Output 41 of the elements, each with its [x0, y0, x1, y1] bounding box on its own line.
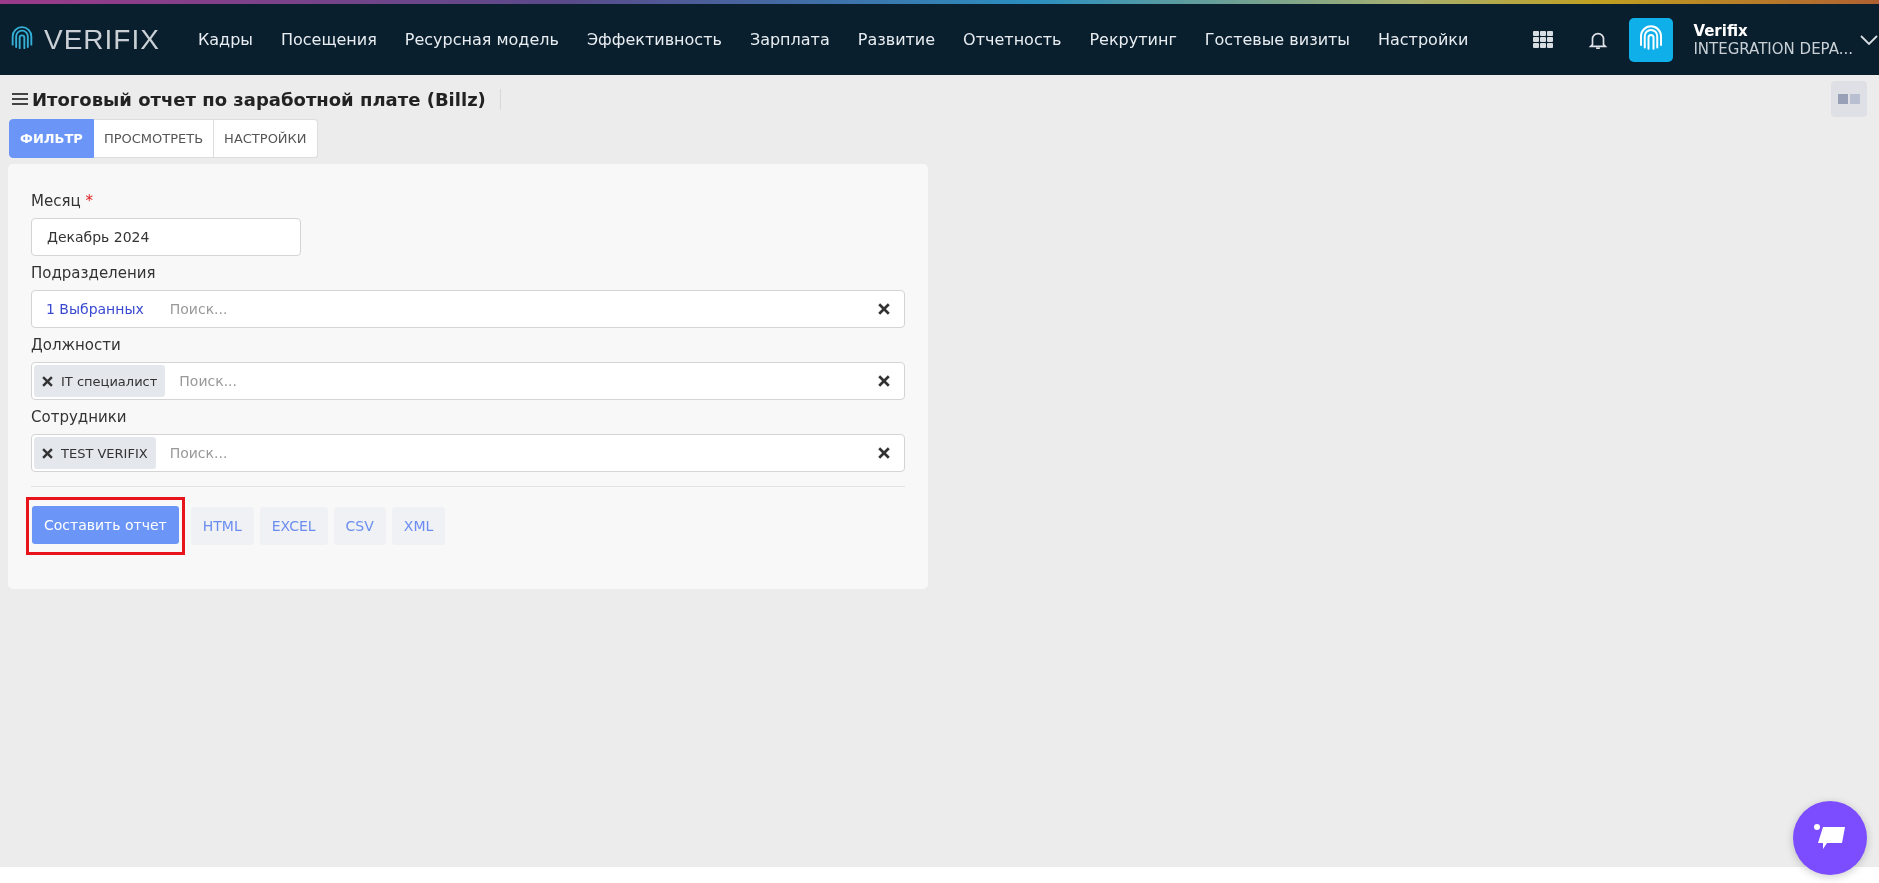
user-name: Verifix [1693, 21, 1749, 40]
search-input[interactable]: Поиск... [165, 373, 878, 389]
nav-item[interactable]: Развитие [843, 30, 950, 49]
nav-item[interactable]: Кадры [183, 30, 267, 49]
field-label: Подразделения [31, 264, 156, 282]
nav-item[interactable]: Гостевые визиты [1190, 30, 1364, 49]
menu-icon[interactable] [12, 92, 28, 106]
chat-button[interactable] [1793, 801, 1867, 875]
field-label: Должности [31, 336, 121, 354]
multiselect-field[interactable]: IT специалист Поиск... [31, 362, 905, 400]
search-input[interactable]: Поиск... [155, 445, 878, 461]
nav-item[interactable]: Настройки [1364, 30, 1483, 49]
clear-icon[interactable] [878, 375, 890, 387]
avatar-fingerprint-icon[interactable] [1629, 17, 1674, 62]
field-label: Месяц [31, 192, 81, 210]
search-input[interactable]: Поиск... [155, 301, 878, 317]
nav-item[interactable]: Рекрутинг [1075, 30, 1191, 49]
apps-grid-icon[interactable] [1533, 30, 1554, 49]
nav-item[interactable]: Ресурсная модель [390, 30, 573, 49]
field-label: Сотрудники [31, 408, 127, 426]
nav-item[interactable]: Эффективность [572, 30, 736, 49]
selected-count[interactable]: 1 Выбранных [34, 301, 156, 317]
nav-item[interactable]: Зарплата [735, 30, 844, 49]
nav-item[interactable]: Отчетность [949, 30, 1076, 49]
tag-label: TEST VERIFIX [61, 445, 148, 461]
clear-icon[interactable] [878, 303, 890, 315]
clear-icon[interactable] [878, 447, 890, 459]
tab[interactable]: НАСТРОЙКИ [214, 119, 318, 158]
tag-label: IT специалист [61, 373, 158, 389]
tab[interactable]: ПРОСМОТРЕТЬ [93, 119, 215, 158]
remove-icon[interactable] [42, 375, 53, 387]
brand-name: VERIFIX [44, 23, 160, 56]
organization-name: INTEGRATION DEPA... [1693, 39, 1853, 58]
nav-item[interactable]: Посещения [266, 30, 391, 49]
page-title: Итоговый отчет по заработной плате (Billz) [32, 88, 501, 110]
multiselect-field[interactable]: 1 Выбранных Поиск... [31, 290, 905, 328]
remove-icon[interactable] [42, 447, 53, 459]
chevron-down-icon[interactable] [1859, 33, 1879, 46]
multiselect-field[interactable]: TEST VERIFIX Поиск... [31, 434, 905, 472]
month-field[interactable]: Декабрь 2024 [31, 218, 301, 256]
required-mark: * [85, 192, 93, 210]
